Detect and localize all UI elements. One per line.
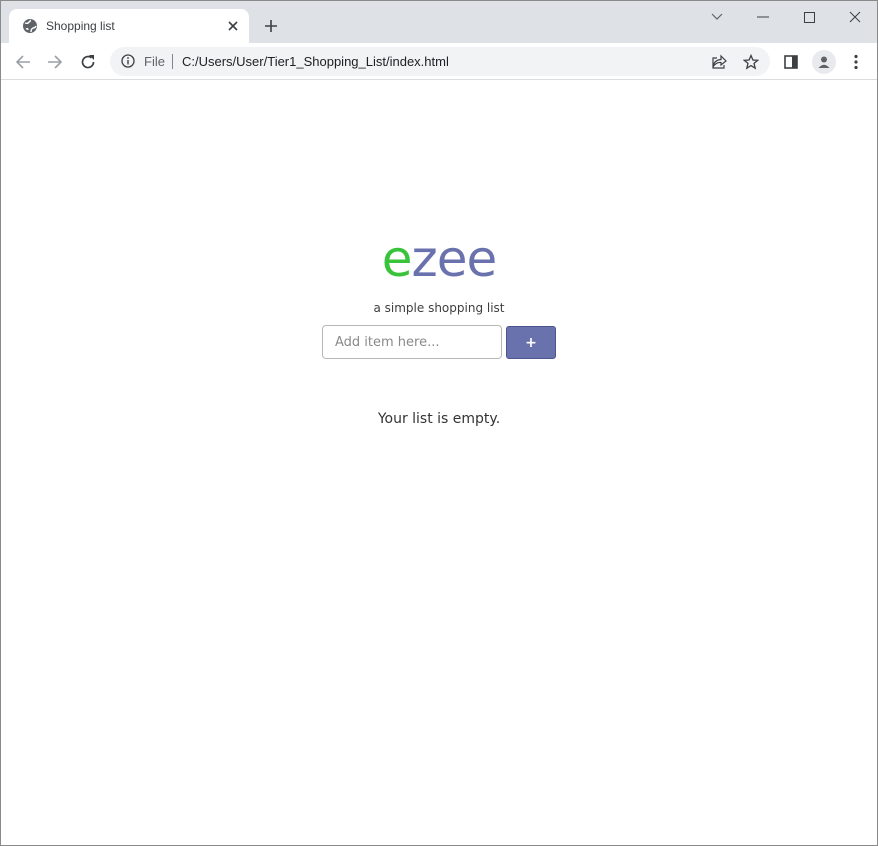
minimize-icon[interactable] (753, 7, 773, 27)
share-icon[interactable] (710, 53, 728, 71)
add-item-input[interactable] (322, 325, 502, 359)
empty-list-message: Your list is empty. (377, 411, 501, 427)
address-divider (172, 54, 173, 69)
logo-letters-zee: zee (411, 230, 497, 288)
browser-toolbar: File C:/Users/User/Tier1_Shopping_List/i… (1, 43, 877, 80)
page-viewport: ezee a simple shopping list + Your list … (1, 81, 877, 845)
browser-window: Shopping list File C:/Users/User/Tier1_S… (0, 0, 878, 846)
back-arrow-icon[interactable] (13, 52, 33, 72)
address-bar[interactable]: File C:/Users/User/Tier1_Shopping_List/i… (110, 47, 770, 76)
star-icon[interactable] (742, 53, 760, 71)
address-scheme-label: File (144, 54, 165, 69)
ezee-logo: ezee (1, 229, 877, 289)
reload-icon[interactable] (78, 52, 98, 72)
maximize-icon[interactable] (799, 7, 819, 27)
profile-icon[interactable] (812, 50, 836, 74)
info-icon[interactable] (120, 53, 136, 69)
tagline: a simple shopping list (373, 301, 505, 315)
plus-icon[interactable] (261, 16, 281, 36)
tab-title: Shopping list (46, 19, 115, 33)
kebab-menu-icon[interactable] (846, 52, 866, 72)
window-close-icon[interactable] (845, 7, 865, 27)
close-icon[interactable] (225, 18, 241, 34)
forward-arrow-icon[interactable] (45, 52, 65, 72)
logo-letter-e: e (381, 230, 413, 288)
add-item-button[interactable]: + (506, 326, 556, 359)
tab-strip: Shopping list (1, 1, 877, 43)
address-url[interactable]: C:/Users/User/Tier1_Shopping_List/index.… (182, 54, 449, 69)
side-panel-icon[interactable] (781, 52, 801, 72)
tab-shopping-list[interactable]: Shopping list (9, 9, 249, 43)
tab-search-chevron-icon[interactable] (707, 7, 727, 27)
globe-icon (22, 18, 38, 34)
